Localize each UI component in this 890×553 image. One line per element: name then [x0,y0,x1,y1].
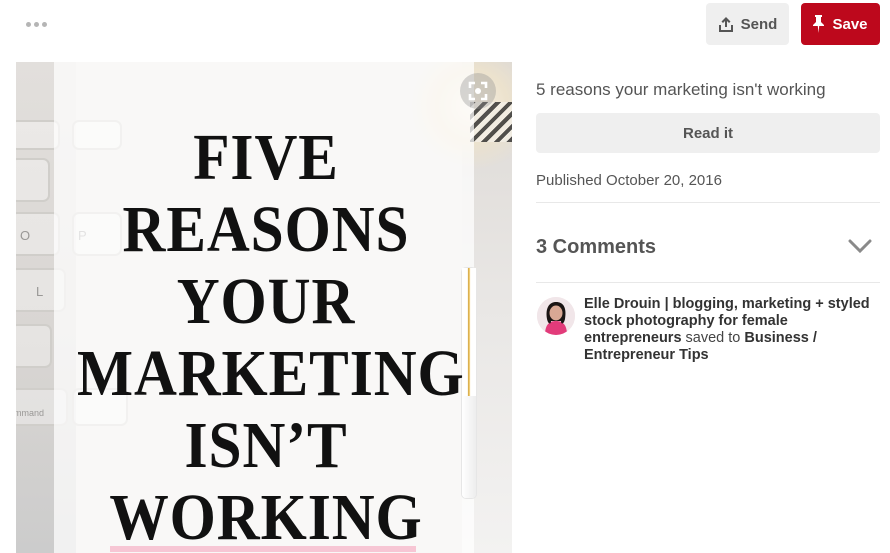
ellipsis-icon [25,21,31,27]
send-button[interactable]: Send [706,3,789,45]
title-line: ISN’T [184,409,348,482]
ellipsis-dot [41,21,47,27]
avatar[interactable] [537,297,575,335]
divider [536,202,880,203]
title-line: MARKETING [77,337,465,410]
pin-image-title: FIVE REASONS YOUR MARKETING ISN’T WORKIN… [77,121,465,553]
avatar-image [537,297,575,335]
divider [536,282,880,283]
read-it-button[interactable]: Read it [536,113,880,153]
save-button[interactable]: Save [801,3,880,45]
ellipsis-dot [33,21,39,27]
published-date: Published October 20, 2016 [536,172,722,189]
send-label: Send [740,15,778,33]
keyboard-key-label: O [20,228,31,243]
more-options-button[interactable] [20,12,52,36]
pin-attribution: Elle Drouin | blogging, marketing + styl… [584,296,882,364]
chevron-down-icon[interactable] [848,236,872,256]
pink-accent-bar [110,546,416,552]
title-line: REASONS [122,193,410,266]
share-icon [718,16,733,32]
save-label: Save [832,15,868,33]
pin-description: 5 reasons your marketing isn't working [536,80,826,99]
keyboard-key-label: L [36,284,44,299]
visual-search-button[interactable] [460,73,496,109]
pushpin-icon [813,15,825,33]
visual-search-icon [468,81,488,101]
keyboard-key [16,324,52,368]
pin-image[interactable]: O P L mmand FIVE REASONS YOUR MARKETING … [16,62,512,553]
read-it-label: Read it [682,124,733,142]
title-line: FIVE [193,121,339,194]
title-line: WORKING [109,481,423,553]
keyboard-key [16,158,50,202]
keyboard-key-label: mmand [16,408,45,418]
comments-header: 3 Comments [536,236,657,258]
title-line: YOUR [176,265,356,338]
saved-to-text: saved to [681,330,745,346]
